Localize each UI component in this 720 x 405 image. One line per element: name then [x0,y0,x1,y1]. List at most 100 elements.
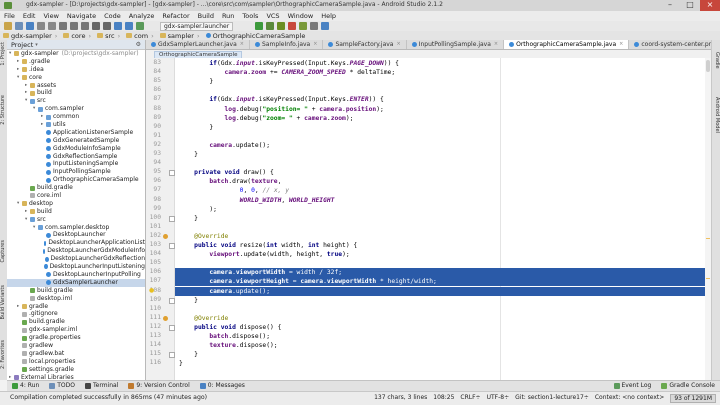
file-encoding[interactable]: UTF-8÷ [487,394,510,403]
tree-item[interactable]: ▸utils [7,121,145,129]
close-tab-icon[interactable]: × [313,40,317,49]
undo-icon[interactable] [37,22,45,30]
tree-item[interactable]: ▾gdx-sampler(D:\projects\gdx-sampler) [7,50,145,58]
tree-item[interactable]: DesktopLauncherGdxReflection [7,255,145,263]
code-line[interactable]: } [175,150,711,159]
cut-icon[interactable] [59,22,67,30]
tree-item[interactable]: ApplicationListenerSample [7,129,145,137]
tree-item[interactable]: gradlew.bat [7,350,145,358]
tree-item[interactable]: GdxReflectionSample [7,153,145,161]
tool-window-button[interactable]: Gradle Console [656,381,720,391]
gear-icon[interactable]: ⚙ [136,41,141,48]
sdk-icon[interactable] [310,22,318,30]
code-line[interactable]: public void resize(int width, int height… [175,241,711,250]
make-icon[interactable] [136,22,144,30]
editor-tab[interactable]: SampleInfo.java× [250,40,323,49]
tool-window-button[interactable]: TODO [44,381,80,391]
menu-analyze[interactable]: Analyze [125,11,159,21]
menu-edit[interactable]: Edit [19,11,40,21]
save-icon[interactable] [15,22,23,30]
maximize-button[interactable]: □ [680,0,700,11]
code-line[interactable]: if(Gdx.input.isKeyPressed(Input.Keys.PAG… [175,59,711,68]
replace-icon[interactable] [103,22,111,30]
code-line[interactable]: } [175,77,711,86]
code-line[interactable]: camera.update(); [175,287,711,296]
avd-icon[interactable] [299,22,307,30]
close-tab-icon[interactable]: × [396,40,400,49]
editor-scrollbar[interactable] [705,58,711,380]
nav-crumb[interactable]: gdx-sampler› [0,32,60,40]
tree-item[interactable]: DesktopLauncherApplicationList [7,239,145,247]
tree-item[interactable]: ▸common [7,113,145,121]
code-line[interactable]: } [175,296,711,305]
close-button[interactable]: × [700,0,720,11]
tool-window-button[interactable]: Terminal [80,381,123,391]
code-line[interactable]: camera.viewportWidth = width / 32f; [175,268,711,277]
code-line[interactable]: camera.viewportHeight = camera.viewportW… [175,277,711,286]
code-line[interactable]: viewport.update(width, height, true); [175,250,711,259]
copy-icon[interactable] [70,22,78,30]
tool-window-1-project[interactable]: 1: Project [0,42,7,66]
tool-window-gradle[interactable]: Gradle [713,52,720,69]
code-line[interactable]: log.debug("zoom= " + camera.zoom); [175,114,711,123]
open-icon[interactable] [4,22,12,30]
menu-build[interactable]: Build [194,11,218,21]
project-view-selector[interactable]: Project [11,41,33,49]
editor-tab[interactable]: GdxSamplerLauncher.java× [146,40,250,49]
code-editor[interactable]: if(Gdx.input.isKeyPressed(Input.Keys.PAG… [175,58,711,380]
tree-item[interactable]: ▾src [7,216,145,224]
nav-crumb[interactable]: com› [123,32,157,40]
tool-window-button[interactable]: 9: Version Control [123,381,194,391]
menu-help[interactable]: Help [317,11,340,21]
tree-item[interactable]: GdxModuleInfoSample [7,145,145,153]
tree-item[interactable]: gradle.properties [7,334,145,342]
context-indicator[interactable]: Context: <no context> [595,394,664,403]
tree-item[interactable]: local.properties [7,358,145,366]
tool-window-button[interactable]: 0: Messages [195,381,250,391]
code-line[interactable]: @Override [175,232,711,241]
stop-icon[interactable] [288,22,296,30]
find-icon[interactable] [92,22,100,30]
paste-icon[interactable] [81,22,89,30]
close-tab-icon[interactable]: × [619,40,623,49]
code-line[interactable]: @Override [175,314,711,323]
code-line[interactable]: } [175,350,711,359]
tree-item[interactable]: InputListeningSample [7,160,145,168]
close-tab-icon[interactable]: × [240,40,244,49]
tool-window-2-favorites[interactable]: 2: Favorites [0,340,7,369]
tool-window-android-model[interactable]: Android Model [713,97,720,133]
code-line[interactable]: private void draw() { [175,168,711,177]
forward-icon[interactable] [125,22,133,30]
run-configuration-select[interactable]: gdx-sampler.launcher [160,22,233,31]
tree-item[interactable]: .gitignore [7,310,145,318]
editor-tab[interactable]: OrthographicCameraSample.java× [504,40,629,49]
attach-icon[interactable] [277,22,285,30]
tool-window-build-variants[interactable]: Build Variants [0,285,7,319]
code-line[interactable] [175,132,711,141]
tree-item[interactable]: gdx-sampler.iml [7,326,145,334]
code-line[interactable]: if(Gdx.input.isKeyPressed(Input.Keys.ENT… [175,95,711,104]
tree-item[interactable]: core.iml [7,192,145,200]
tree-item[interactable]: ▸.gradle [7,58,145,66]
line-separator[interactable]: CRLF÷ [460,394,480,403]
editor-tab[interactable]: InputPollingSample.java× [407,40,504,49]
tree-item[interactable]: build.gradle [7,318,145,326]
tree-item[interactable]: ▾src [7,97,145,105]
help-icon[interactable] [321,22,329,30]
code-line[interactable]: texture.dispose(); [175,341,711,350]
tree-item[interactable]: desktop.iml [7,295,145,303]
menu-vcs[interactable]: VCS [262,11,283,21]
debug-icon[interactable] [266,22,274,30]
menu-navigate[interactable]: Navigate [63,11,100,21]
tool-window-captures[interactable]: Captures [0,240,7,263]
code-line[interactable]: ); [175,205,711,214]
tree-item[interactable]: ▸build [7,89,145,97]
tree-item[interactable]: build.gradle [7,184,145,192]
tree-item[interactable]: OrthographicCameraSample [7,176,145,184]
tree-item[interactable]: ▾core [7,74,145,82]
menu-file[interactable]: File [0,11,19,21]
code-line[interactable]: public void dispose() { [175,323,711,332]
tree-item[interactable]: ▾com.sampler [7,105,145,113]
git-branch[interactable]: Git: section1-lecture17÷ [515,394,589,403]
minimize-button[interactable]: – [660,0,680,11]
